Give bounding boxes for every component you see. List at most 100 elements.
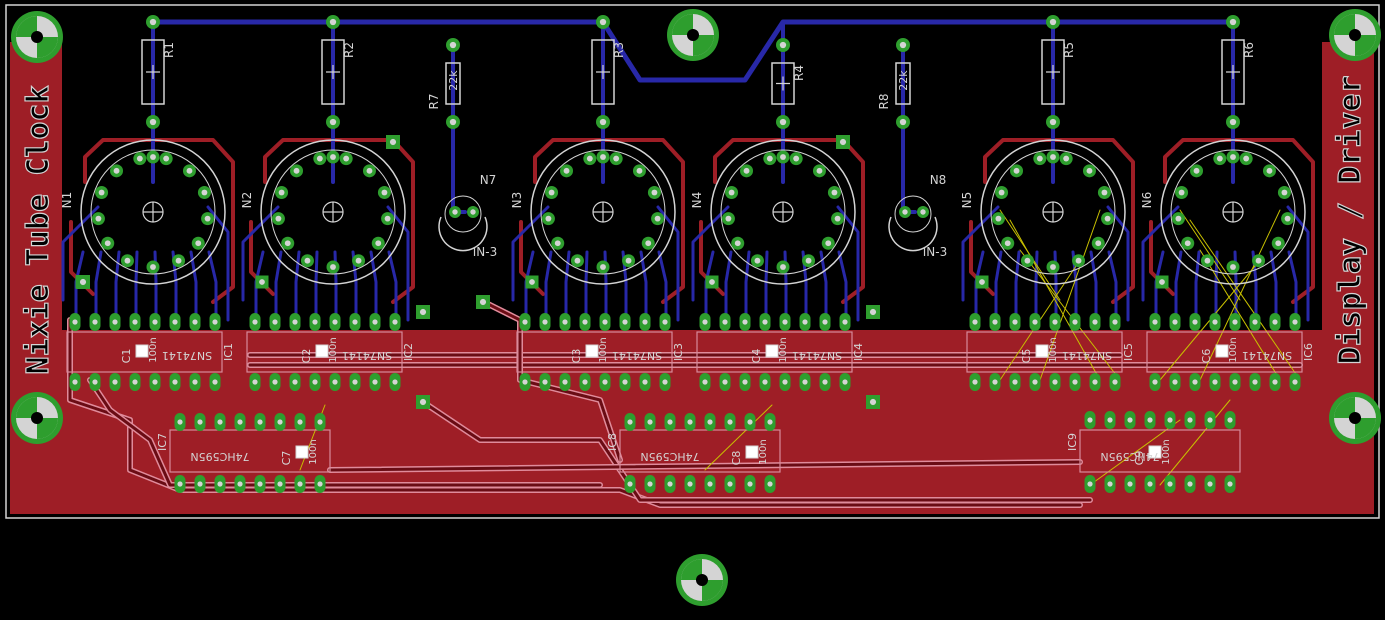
drill-hole (1227, 417, 1233, 423)
drill-hole (1216, 155, 1223, 162)
drill-hole (275, 215, 282, 222)
drill-hole (725, 215, 732, 222)
drill-hole (654, 215, 661, 222)
drill-hole (822, 319, 828, 325)
tube-to-driver-trace (134, 250, 139, 322)
drill-hole (548, 189, 555, 196)
drill-hole (1204, 257, 1211, 264)
drill-hole (734, 240, 741, 247)
drill-hole (1127, 481, 1133, 487)
shift-register-label: IC8 (606, 433, 619, 451)
drill-hole (728, 189, 735, 196)
resistor-value: 22k (897, 70, 910, 91)
drill-hole (470, 209, 476, 215)
capacitor-label: C3 (570, 349, 583, 364)
drill-hole (113, 167, 120, 174)
drill-hole (972, 379, 978, 385)
drill-hole (743, 167, 750, 174)
drill-hole (702, 319, 708, 325)
drill-hole (1192, 319, 1198, 325)
capacitor-label: C7 (280, 451, 293, 466)
drill-hole (754, 257, 761, 264)
drill-hole (172, 379, 178, 385)
drill-hole (257, 481, 263, 487)
neon-value: IN-3 (473, 245, 497, 259)
drill-hole (384, 215, 391, 222)
resistor-label: R3 (612, 42, 626, 58)
pcb-board: N1 N2 N3 N4 N5 N6 N7 IN-3 N8 IN-3 R1 R2 R3 R4 R5 R6 R7 22… (0, 0, 1385, 620)
capacitor-label: C1 (120, 349, 133, 364)
drill-hole (316, 155, 323, 162)
drill-hole (332, 319, 338, 325)
drill-hole (95, 215, 102, 222)
drill-hole (352, 319, 358, 325)
drill-hole (627, 419, 633, 425)
drill-hole (1230, 264, 1236, 270)
drill-hole (600, 154, 606, 160)
drill-hole (869, 398, 877, 406)
capacitor-body (1215, 344, 1229, 358)
drill-hole (217, 481, 223, 487)
shift-register-label: IC7 (156, 433, 169, 451)
drill-hole (332, 379, 338, 385)
drill-hole (542, 379, 548, 385)
drill-hole (979, 279, 985, 285)
drill-hole (602, 319, 608, 325)
drill-hole (1207, 417, 1213, 423)
resistor-label: R4 (792, 65, 806, 81)
drill-hole (1167, 417, 1173, 423)
mounting-hole-drill (31, 412, 43, 424)
drill-hole (727, 481, 733, 487)
drill-hole (186, 167, 193, 174)
drill-hole (201, 189, 208, 196)
drill-hole (1159, 279, 1165, 285)
drill-hole (150, 154, 156, 160)
drill-hole (747, 419, 753, 425)
drill-hole (1112, 319, 1118, 325)
shift-register-value: 74HC595N (190, 450, 249, 463)
drill-hole (1192, 379, 1198, 385)
drill-hole (1212, 379, 1218, 385)
drill-hole (257, 419, 263, 425)
drill-hole (1232, 379, 1238, 385)
capacitor-label: C4 (750, 349, 763, 364)
drill-hole (259, 279, 265, 285)
drill-hole (237, 481, 243, 487)
drill-hole (625, 257, 632, 264)
driver-ic-value: SN74141 (162, 349, 212, 362)
drill-hole (149, 118, 157, 126)
drill-hole (779, 118, 787, 126)
drill-hole (277, 481, 283, 487)
drill-hole (780, 154, 786, 160)
drill-hole (1013, 167, 1020, 174)
drill-hole (192, 319, 198, 325)
drill-hole (599, 18, 607, 26)
drill-hole (372, 319, 378, 325)
tube-to-driver-trace (584, 250, 589, 322)
drill-hole (124, 257, 131, 264)
drill-hole (366, 167, 373, 174)
driver-ic-label: IC3 (672, 343, 685, 361)
drill-hole (920, 209, 926, 215)
drill-hole (212, 319, 218, 325)
drill-hole (272, 319, 278, 325)
drill-hole (312, 319, 318, 325)
drill-hole (1049, 118, 1057, 126)
drill-hole (479, 298, 487, 306)
drill-hole (702, 379, 708, 385)
drill-hole (1147, 481, 1153, 487)
drill-hole (793, 155, 800, 162)
drill-hole (1147, 417, 1153, 423)
capacitor-value: 100n (758, 439, 769, 464)
drill-hole (822, 379, 828, 385)
drill-hole (586, 155, 593, 162)
drill-hole (1229, 18, 1237, 26)
drill-hole (562, 319, 568, 325)
drill-hole (1152, 379, 1158, 385)
drill-hole (1087, 481, 1093, 487)
drill-hole (842, 319, 848, 325)
capacitor-value: 100n (148, 337, 159, 362)
tube-to-driver-trace (314, 250, 319, 322)
drill-hole (389, 138, 397, 146)
drill-hole (212, 379, 218, 385)
